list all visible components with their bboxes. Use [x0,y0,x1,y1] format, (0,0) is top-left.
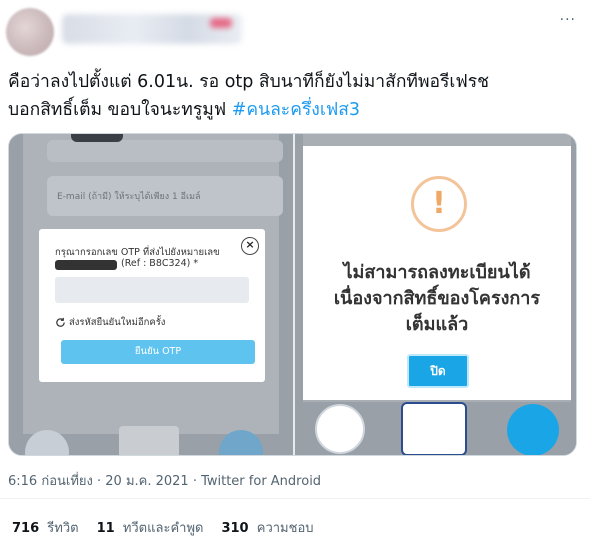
confirm-otp-button[interactable]: ยืนยัน OTP [61,340,255,364]
email-field: E-mail (ถ้ามี) ให้ระบุได้เพียง 1 อีเมล์ [47,176,283,216]
otp-dialog: × กรุณากรอกเลข OTP ที่ส่งไปยังหมายเลข (R… [39,229,265,382]
tweet-timestamp[interactable]: 6:16 ก่อนเที่ยง · 20 ม.ค. 2021 · Twitter… [8,470,321,491]
retweets-count: 716 [12,521,40,536]
alert-message: ไม่สามารถลงทะเบียนได้ เนื่องจากสิทธิ์ของ… [303,260,571,338]
author-name-blurred[interactable] [62,14,242,44]
form-tab [71,134,123,142]
seal-icon [119,426,179,455]
alert-dialog: ! ไม่สามารถลงทะเบียนได้ เนื่องจากสิทธิ์ข… [303,146,571,400]
redacted-phone-number [55,260,117,270]
warning-icon: ! [411,176,467,232]
hashtag-link[interactable]: #คนละครึ่งเฟส3 [232,100,360,120]
logo-icon [315,404,365,454]
refresh-icon [56,317,65,327]
tweet-text-line-2-body: บอกสิทธิ์เต็ม ขอบใจนะทรูมูฟ [8,100,227,120]
media-image-alert[interactable]: ! ไม่สามารถลงทะเบียนได้ เนื่องจากสิทธิ์ข… [295,134,576,455]
quote-tweets-label: ทวีตและคำพูด [122,521,204,536]
tweet-stats: 716 รีทวิต 11 ทวีตและคำพูด 310 ความชอบ [12,517,314,538]
tweet-text-line-2: บอกสิทธิ์เต็ม ขอบใจนะทรูมูฟ #คนละครึ่งเฟ… [8,96,583,124]
likes-label: ความชอบ [256,521,314,536]
likes-count: 310 [221,521,249,536]
media-image-otp[interactable]: E-mail (ถ้ามี) ให้ระบุได้เพียง 1 อีเมล์ … [9,134,293,455]
alert-message-line-1: ไม่สามารถลงทะเบียนได้ [343,262,531,283]
close-icon[interactable]: × [241,237,259,255]
bank-logo-icon [507,404,559,455]
more-options-icon[interactable]: ··· [560,12,576,28]
form-field-top [47,140,283,162]
divider [0,498,590,499]
likes-stat[interactable]: 310 ความชอบ [221,517,313,538]
resend-otp-label: ส่งรหัสยืนยันใหม่อีกครั้ง [69,317,166,328]
tweet-header: ··· [0,0,590,62]
seal-icon [401,402,467,455]
alert-message-line-2: เนื่องจากสิทธิ์ของโครงการ [333,288,541,309]
avatar[interactable] [6,8,54,56]
resend-otp-link[interactable]: ส่งรหัสยืนยันใหม่อีกครั้ง [55,315,165,330]
retweets-stat[interactable]: 716 รีทวิต [12,517,79,538]
quote-tweets-count: 11 [96,521,115,536]
otp-input[interactable] [55,277,249,303]
retweets-label: รีทวิต [47,521,79,536]
otp-reference: (Ref : B8C324) * [121,258,199,269]
alert-message-line-3: เต็มแล้ว [405,314,469,335]
tweet-media[interactable]: E-mail (ถ้ามี) ให้ระบุได้เพียง 1 อีเมล์ … [8,133,577,456]
tweet-text: คือว่าลงไปตั้งแต่ 6.01น. รอ otp สิบนาทีก… [8,68,583,124]
close-alert-button[interactable]: ปิด [407,354,469,388]
quote-tweets-stat[interactable]: 11 ทวีตและคำพูด [97,517,204,538]
tweet-text-line-1: คือว่าลงไปตั้งแต่ 6.01น. รอ otp สิบนาทีก… [8,72,490,92]
